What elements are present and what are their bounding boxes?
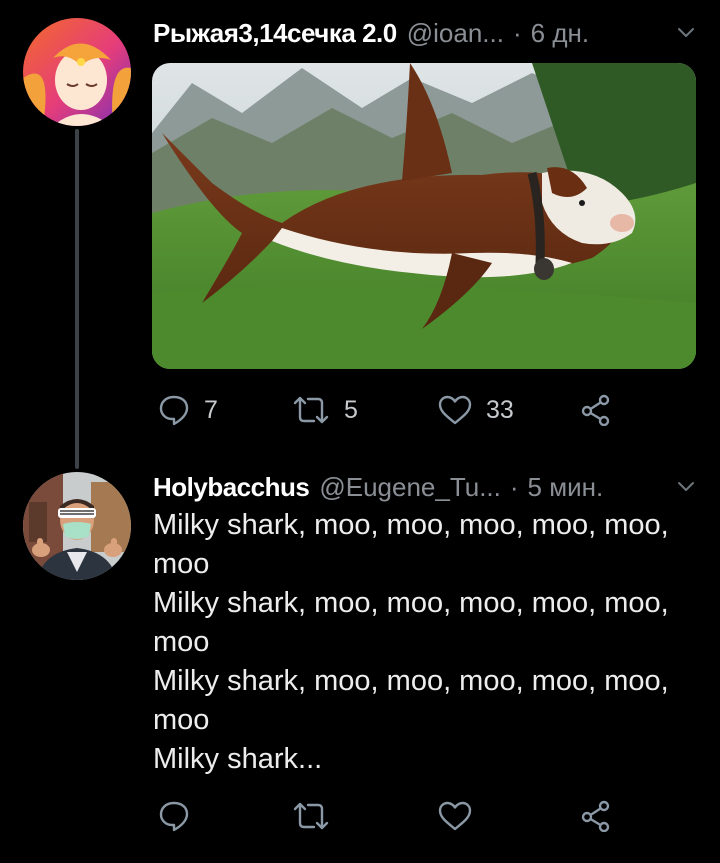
display-name[interactable]: Holybacchus <box>153 472 310 503</box>
tweet-2: Holybacchus @Eugene_Tu... · 5 мин. Milky… <box>0 0 720 863</box>
retweet-action[interactable] <box>292 800 330 832</box>
retweet-icon <box>293 802 329 830</box>
reply-icon <box>159 801 189 832</box>
tweet-text-line: Milky shark... <box>153 743 323 775</box>
separator-dot: · <box>509 471 519 502</box>
chevron-down-icon[interactable] <box>676 477 696 497</box>
tweet-text-line: Milky shark, moo, moo, moo, moo, moo, <box>153 665 669 697</box>
tweet-text-line: Milky shark, moo, moo, moo, moo, moo, <box>153 587 669 619</box>
avatar[interactable] <box>23 472 131 580</box>
share-icon <box>581 800 610 832</box>
heart-icon <box>438 801 472 831</box>
reply-action[interactable] <box>158 800 190 832</box>
like-action[interactable] <box>438 800 472 832</box>
tweet-text-line: Milky shark, moo, moo, moo, moo, moo, <box>153 509 669 541</box>
timestamp[interactable]: 5 мин. <box>528 472 604 503</box>
tweet-text-line: moo <box>153 704 210 736</box>
tweet-text-line: moo <box>153 626 210 658</box>
tweet-header: Holybacchus @Eugene_Tu... · 5 мин. <box>153 467 696 507</box>
share-action[interactable] <box>580 800 612 832</box>
man-avatar-image <box>23 472 131 580</box>
user-handle[interactable]: @Eugene_Tu... <box>319 472 501 503</box>
tweet-text-line: moo <box>153 548 210 580</box>
tweet-actions <box>152 800 622 840</box>
tweet-text: Milky shark, moo, moo, moo, moo, moo, mo… <box>153 506 693 779</box>
